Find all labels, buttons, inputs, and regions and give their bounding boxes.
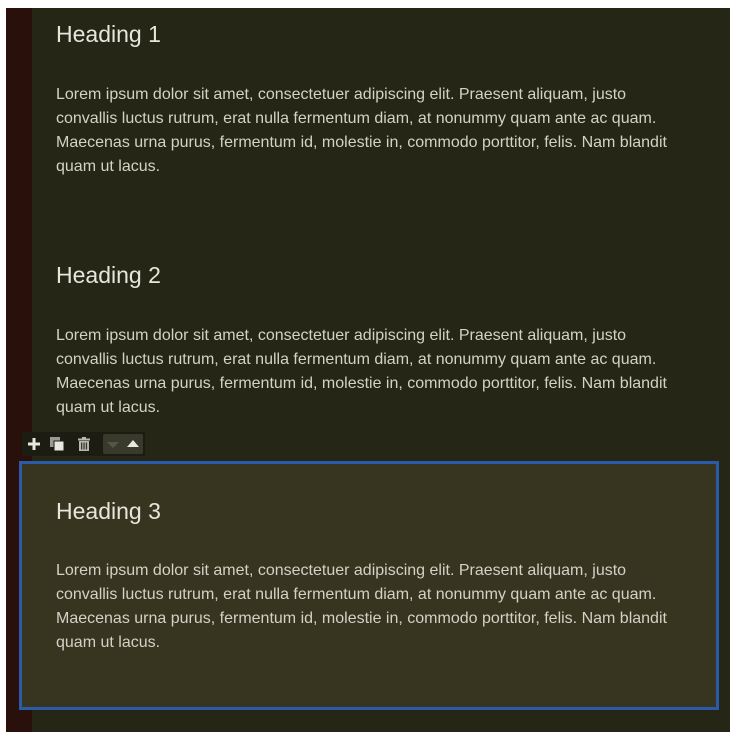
- content-block-3[interactable]: Heading 3 Lorem ipsum dolor sit amet, co…: [56, 497, 676, 655]
- block-heading[interactable]: Heading 3: [56, 497, 676, 525]
- block-heading[interactable]: Heading 1: [56, 20, 676, 48]
- add-block-button[interactable]: [24, 434, 44, 454]
- reorder-controls: [103, 434, 143, 454]
- plus-icon: [28, 438, 40, 450]
- block-heading[interactable]: Heading 2: [56, 261, 676, 289]
- duplicate-icon: [50, 437, 65, 452]
- move-up-icon: [127, 440, 139, 447]
- block-paragraph[interactable]: Lorem ipsum dolor sit amet, consectetuer…: [56, 83, 676, 179]
- move-down-button[interactable]: [103, 434, 123, 454]
- block-paragraph[interactable]: Lorem ipsum dolor sit amet, consectetuer…: [56, 559, 676, 655]
- content-block-1[interactable]: Heading 1 Lorem ipsum dolor sit amet, co…: [56, 20, 676, 179]
- trash-icon: [78, 437, 90, 451]
- content-block-2[interactable]: Heading 2 Lorem ipsum dolor sit amet, co…: [56, 261, 676, 420]
- delete-block-button[interactable]: [74, 434, 94, 454]
- move-down-icon: [107, 442, 119, 448]
- duplicate-block-button[interactable]: [47, 434, 67, 454]
- block-paragraph[interactable]: Lorem ipsum dolor sit amet, consectetuer…: [56, 324, 676, 420]
- block-toolbar: [22, 432, 145, 456]
- move-up-button[interactable]: [123, 434, 143, 454]
